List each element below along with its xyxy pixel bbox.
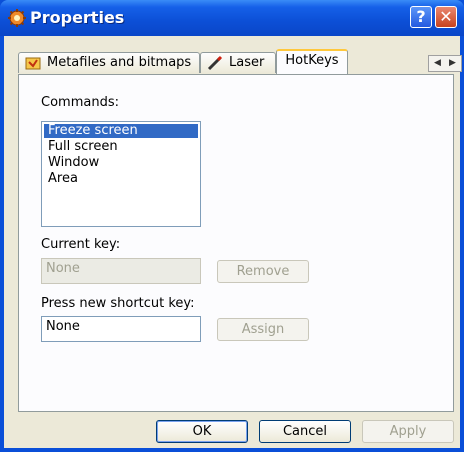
window-title: Properties — [30, 8, 125, 27]
commands-listbox[interactable]: Freeze screen Full screen Window Area — [41, 121, 201, 227]
apply-button[interactable]: Apply — [362, 420, 454, 443]
dialog-client-area: Metafiles and bitmaps Laser HotKeys ◀ ▶ … — [4, 36, 462, 448]
help-button[interactable]: ? — [410, 6, 432, 28]
hotkeys-panel: Commands: Freeze screen Full screen Wind… — [18, 74, 454, 412]
scroll-left-icon[interactable]: ◀ — [434, 58, 441, 68]
cancel-button[interactable]: Cancel — [259, 420, 351, 443]
commands-label: Commands: — [41, 95, 119, 110]
tab-label: Metafiles and bitmaps — [47, 55, 192, 70]
assign-button[interactable]: Assign — [217, 318, 309, 341]
current-key-label: Current key: — [41, 237, 121, 252]
list-item[interactable]: Full screen — [44, 140, 198, 154]
tab-label: HotKeys — [285, 53, 339, 68]
properties-window: Properties ? ✕ Metafiles and bitmaps Las… — [0, 0, 464, 452]
laser-pen-icon — [207, 55, 223, 70]
title-bar[interactable]: Properties ? ✕ — [0, 0, 464, 36]
current-key-field: None — [41, 258, 201, 284]
new-shortcut-field[interactable]: None — [41, 316, 201, 342]
scroll-right-icon[interactable]: ▶ — [449, 58, 456, 68]
tab-laser[interactable]: Laser — [200, 52, 276, 73]
tab-strip: Metafiles and bitmaps Laser HotKeys ◀ ▶ — [18, 49, 462, 74]
folder-icon — [25, 57, 41, 69]
tab-metafiles-and-bitmaps[interactable]: Metafiles and bitmaps — [18, 52, 200, 73]
tab-hotkeys[interactable]: HotKeys — [276, 49, 348, 74]
remove-button[interactable]: Remove — [217, 260, 309, 283]
tab-label: Laser — [229, 55, 265, 70]
list-item[interactable]: Area — [44, 172, 198, 186]
close-button[interactable]: ✕ — [435, 6, 457, 28]
ok-button[interactable]: OK — [156, 420, 248, 443]
new-shortcut-label: Press new shortcut key: — [41, 296, 195, 311]
gear-icon — [8, 9, 26, 27]
list-item[interactable]: Freeze screen — [44, 124, 198, 138]
tab-scroll-control[interactable]: ◀ ▶ — [428, 55, 462, 72]
list-item[interactable]: Window — [44, 156, 198, 170]
